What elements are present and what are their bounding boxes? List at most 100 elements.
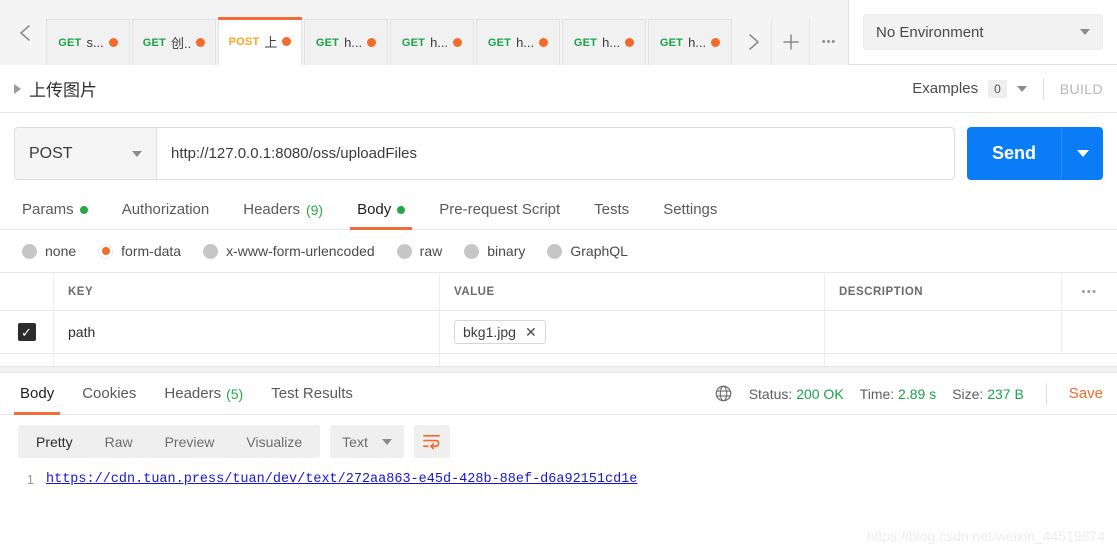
send-button[interactable]: Send — [967, 127, 1061, 180]
radio-icon[interactable] — [203, 243, 219, 259]
cell-key-text: path — [68, 324, 96, 340]
build-button[interactable]: BUILD — [1060, 81, 1103, 97]
wrap-lines-icon[interactable] — [413, 425, 450, 458]
tab-tests[interactable]: Tests — [577, 190, 646, 230]
body-type-x-www-form-urlencoded[interactable]: x-www-form-urlencoded — [203, 243, 375, 259]
request-tab[interactable]: GET s... — [46, 19, 130, 65]
request-tab-name: 上 — [264, 35, 278, 50]
form-data-table: KEY VALUE DESCRIPTION ••• ✓ path bkg1.jpg ✕ — [0, 272, 1117, 366]
body-type-none[interactable]: none — [22, 243, 76, 259]
file-chip[interactable]: bkg1.jpg ✕ — [454, 320, 546, 344]
request-tab-method: GET — [573, 36, 598, 49]
remove-file-icon[interactable]: ✕ — [525, 325, 537, 339]
cell-value[interactable]: bkg1.jpg ✕ — [440, 311, 825, 353]
table-row-empty[interactable] — [0, 354, 1117, 366]
environment-select[interactable]: No Environment — [863, 14, 1103, 50]
body-type-graphql[interactable]: GraphQL — [547, 243, 628, 259]
unsaved-indicator-icon — [453, 38, 463, 47]
request-tab[interactable]: GET 创.. — [132, 19, 216, 65]
radio-icon[interactable] — [22, 243, 37, 259]
save-response-button[interactable]: Save — [1069, 385, 1103, 402]
select-all-cell — [0, 273, 54, 310]
request-tab[interactable]: GET h... — [304, 19, 388, 65]
body-type-raw[interactable]: raw — [396, 243, 443, 259]
request-tab-name: s... — [86, 35, 104, 50]
response-tab-label: Headers — [164, 385, 222, 402]
unsaved-indicator-icon — [196, 38, 206, 47]
plus-icon[interactable] — [772, 19, 810, 65]
row-options-icon[interactable] — [1061, 311, 1117, 353]
body-type-label: GraphQL — [570, 243, 628, 259]
send-options-button[interactable] — [1061, 127, 1103, 180]
environment-zone: No Environment — [849, 0, 1117, 64]
breadcrumb-actions: Examples 0 BUILD — [912, 77, 1103, 100]
cell-key[interactable]: path — [54, 311, 440, 353]
response-body-link[interactable]: https://cdn.tuan.press/tuan/dev/text/272… — [46, 472, 637, 487]
size-value: 237 B — [987, 385, 1024, 402]
unsaved-indicator-icon — [625, 38, 635, 47]
cell-key[interactable] — [54, 354, 440, 366]
response-meta-row: Body Cookies Headers (5) Test Results Status… — [0, 373, 1117, 415]
table-options-icon[interactable]: ••• — [1061, 273, 1117, 310]
modified-dot-icon — [397, 205, 406, 214]
cell-value[interactable] — [440, 354, 825, 366]
time-label: Time: — [859, 385, 895, 402]
ellipsis-icon[interactable]: ••• — [810, 19, 848, 65]
page-title: 上传图片 — [29, 81, 97, 100]
view-mode-preview[interactable]: Preview — [149, 427, 231, 456]
radio-icon[interactable] — [396, 243, 412, 259]
body-type-binary[interactable]: binary — [464, 243, 525, 259]
row-checkbox-cell[interactable]: ✓ — [0, 311, 54, 353]
radio-icon[interactable] — [98, 243, 114, 259]
row-checkbox-cell[interactable] — [0, 354, 54, 366]
request-tab[interactable]: POST 上 — [218, 17, 302, 65]
body-type-form-data[interactable]: form-data — [98, 243, 181, 259]
request-tab-method: GET — [58, 36, 82, 49]
url-input[interactable]: http://127.0.0.1:8080/oss/uploadFiles — [156, 127, 955, 180]
cell-description[interactable] — [825, 354, 1117, 366]
request-tab[interactable]: GET h... — [390, 19, 474, 65]
divider — [1045, 382, 1047, 405]
response-tab-cookies[interactable]: Cookies — [68, 373, 150, 415]
request-tab[interactable]: GET h... — [476, 19, 560, 65]
breadcrumb[interactable]: 上传图片 — [14, 76, 912, 101]
response-tab-body[interactable]: Body — [6, 373, 68, 415]
http-method-select[interactable]: POST — [14, 127, 156, 180]
response-format-value: Text — [342, 433, 368, 450]
unsaved-indicator-icon — [539, 38, 549, 47]
body-type-label: raw — [419, 243, 443, 259]
request-tabs: Params Authorization Headers (9) Body Pre-req… — [0, 190, 1117, 230]
tab-body[interactable]: Body — [340, 190, 422, 230]
url-group: POST http://127.0.0.1:8080/oss/uploadFil… — [14, 127, 955, 180]
tab-pre-request-script[interactable]: Pre-request Script — [422, 190, 577, 230]
arrow-right-icon[interactable] — [734, 19, 772, 65]
radio-icon[interactable] — [547, 243, 563, 259]
chevron-right-icon[interactable] — [14, 83, 21, 94]
view-mode-visualize[interactable]: Visualize — [230, 427, 318, 456]
tab-settings[interactable]: Settings — [646, 190, 734, 230]
request-tab[interactable]: GET h... — [648, 19, 732, 65]
view-mode-raw[interactable]: Raw — [89, 427, 149, 456]
request-tab-method: POST — [228, 35, 260, 48]
table-row[interactable]: ✓ path bkg1.jpg ✕ — [0, 311, 1117, 354]
response-tab-label: Cookies — [82, 385, 137, 402]
cell-description[interactable] — [825, 311, 1061, 353]
checkbox-checked-icon[interactable]: ✓ — [17, 323, 36, 341]
request-tab-strip: GET s... GET 创.. POST 上 GET h... GET h... GET h... G… — [0, 0, 849, 65]
arrow-left-icon[interactable] — [6, 1, 46, 65]
tab-headers[interactable]: Headers (9) — [226, 190, 340, 230]
view-mode-pretty[interactable]: Pretty — [20, 427, 89, 456]
request-tab-name: h... — [516, 35, 535, 50]
examples-label: Examples — [912, 80, 979, 97]
response-tab-test-results[interactable]: Test Results — [257, 373, 367, 415]
tab-params[interactable]: Params — [14, 190, 105, 230]
tab-authorization[interactable]: Authorization — [105, 190, 227, 230]
url-value: http://127.0.0.1:8080/oss/uploadFiles — [171, 145, 418, 162]
request-tab-name: h... — [344, 35, 363, 50]
request-tab[interactable]: GET h... — [562, 19, 646, 65]
response-format-select[interactable]: Text — [330, 425, 404, 458]
examples-chevron-down-icon[interactable] — [1016, 85, 1027, 92]
response-tab-headers[interactable]: Headers (5) — [150, 373, 257, 415]
radio-icon[interactable] — [464, 243, 480, 259]
unsaved-indicator-icon — [711, 38, 721, 47]
